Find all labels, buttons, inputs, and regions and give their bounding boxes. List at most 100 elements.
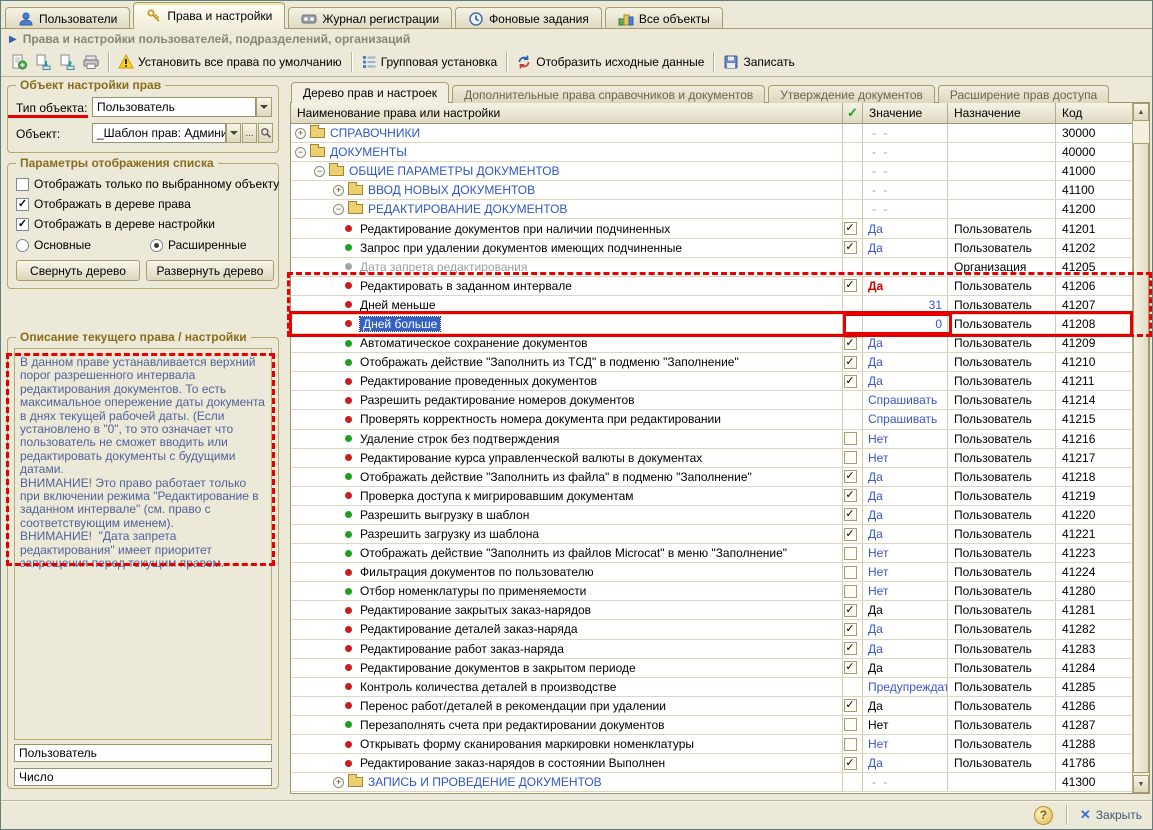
value-checkbox[interactable] xyxy=(844,451,857,464)
check-cell[interactable]: ✓ xyxy=(843,219,863,237)
help-button[interactable]: ? xyxy=(1034,806,1053,825)
tree-row[interactable]: Дней меньше31Пользователь41207 xyxy=(291,296,1132,315)
checkbox-icon[interactable] xyxy=(16,198,29,211)
check-cell[interactable]: ✓ xyxy=(843,353,863,371)
copy-rights-to-button[interactable] xyxy=(31,51,55,73)
close-button[interactable]: ✕ Закрыть xyxy=(1080,807,1142,823)
value-cell[interactable]: Да xyxy=(863,601,948,619)
scroll-thumb[interactable] xyxy=(1133,143,1149,773)
value-cell[interactable]: Спрашивать xyxy=(863,410,948,428)
set-default-rights-button[interactable]: Установить все права по умолчанию xyxy=(114,51,346,73)
check-cell[interactable] xyxy=(843,143,863,161)
value-checkbox[interactable] xyxy=(844,585,857,598)
column-header-code[interactable]: Код xyxy=(1056,103,1132,124)
value-checkbox[interactable]: ✓ xyxy=(844,356,857,369)
copy-rights-from-button[interactable] xyxy=(55,51,79,73)
column-header-name[interactable]: Наименование права или настройки xyxy=(291,103,843,124)
value-cell[interactable]: Да xyxy=(863,353,948,371)
tree-row[interactable]: −ОБЩИЕ ПАРАМЕТРЫ ДОКУМЕНТОВ- -41000 xyxy=(291,162,1132,181)
value-checkbox[interactable]: ✓ xyxy=(844,661,857,674)
check-cell[interactable]: ✓ xyxy=(843,754,863,772)
value-cell[interactable]: - - xyxy=(863,143,948,161)
tree-row[interactable]: Разрешить редактирование номеров докумен… xyxy=(291,391,1132,410)
radio-extended[interactable]: Расширенные xyxy=(150,238,247,252)
value-cell[interactable]: Да xyxy=(863,239,948,257)
tree-row[interactable]: +СПРАВОЧНИКИ- -30000 xyxy=(291,124,1132,143)
object-ellipsis-button[interactable]: ... xyxy=(242,123,257,143)
value-checkbox[interactable]: ✓ xyxy=(844,470,857,483)
tree-row[interactable]: Редактирование заказ-нарядов в состоянии… xyxy=(291,754,1132,773)
tree-row[interactable]: Проверка доступа к мигрировавшим докумен… xyxy=(291,487,1132,506)
tree-row[interactable]: Дней больше0Пользователь41208 xyxy=(291,315,1132,334)
tree-row[interactable]: Разрешить загрузку из шаблона✓ДаПользова… xyxy=(291,525,1132,544)
value-cell[interactable]: - - xyxy=(863,181,948,199)
value-cell[interactable]: Да xyxy=(863,277,948,295)
value-cell[interactable]: Да xyxy=(863,754,948,772)
value-checkbox[interactable] xyxy=(844,566,857,579)
object-type-dropdown-button[interactable] xyxy=(256,97,272,117)
expand-tree-button[interactable]: Развернуть дерево xyxy=(146,260,274,281)
check-cell[interactable]: ✓ xyxy=(843,525,863,543)
check-cell[interactable] xyxy=(843,582,863,600)
tree-row[interactable]: Редактировать в заданном интервале✓ДаПол… xyxy=(291,277,1132,296)
value-cell[interactable]: - - xyxy=(863,162,948,180)
value-checkbox[interactable]: ✓ xyxy=(844,222,857,235)
radio-icon[interactable] xyxy=(16,239,29,252)
value-cell[interactable]: Да xyxy=(863,697,948,715)
expander-icon[interactable]: + xyxy=(333,185,344,196)
value-cell[interactable]: Да xyxy=(863,372,948,390)
tab-additional-rights[interactable]: Дополнительные права справочников и доку… xyxy=(452,85,765,103)
group-set-button[interactable]: Групповая установка xyxy=(357,51,502,73)
tree-row[interactable]: Контроль количества деталей в производст… xyxy=(291,678,1132,697)
check-cell[interactable] xyxy=(843,735,863,753)
tree-row[interactable]: Проверять корректность номера документа … xyxy=(291,410,1132,429)
tree-row[interactable]: Запрос при удалении документов имеющих п… xyxy=(291,239,1132,258)
value-cell[interactable]: Нет xyxy=(863,582,948,600)
value-cell[interactable]: Да xyxy=(863,506,948,524)
tree-row[interactable]: −ДОКУМЕНТЫ- -40000 xyxy=(291,143,1132,162)
value-cell[interactable]: Нет xyxy=(863,716,948,734)
expander-icon[interactable]: − xyxy=(314,166,325,177)
value-checkbox[interactable] xyxy=(844,432,857,445)
check-cell[interactable]: ✓ xyxy=(843,239,863,257)
show-source-data-button[interactable]: Отобразить исходные данные xyxy=(512,51,708,73)
value-checkbox[interactable]: ✓ xyxy=(844,604,857,617)
object-search-button[interactable] xyxy=(258,123,273,143)
check-cell[interactable]: ✓ xyxy=(843,601,863,619)
tree-row[interactable]: Фильтрация документов по пользователюНет… xyxy=(291,563,1132,582)
tree-row[interactable]: Отбор номенклатуры по применяемостиНетПо… xyxy=(291,582,1132,601)
tree-row[interactable]: Редактирование курса управленческой валю… xyxy=(291,449,1132,468)
tree-row[interactable]: −РЕДАКТИРОВАНИЕ ДОКУМЕНТОВ- -41200 xyxy=(291,200,1132,219)
value-cell[interactable]: Да xyxy=(863,468,948,486)
value-cell[interactable]: Нет xyxy=(863,449,948,467)
check-cell[interactable] xyxy=(843,296,863,314)
vertical-scrollbar[interactable]: ▲ ▼ xyxy=(1132,103,1149,793)
check-cell[interactable] xyxy=(843,315,863,333)
new-document-button[interactable] xyxy=(7,51,31,73)
column-header-check[interactable]: ✓ xyxy=(843,103,863,124)
check-cell[interactable]: ✓ xyxy=(843,506,863,524)
object-type-combobox[interactable]: Пользователь xyxy=(92,97,256,117)
tab-all-objects[interactable]: Все объекты xyxy=(605,7,723,29)
check-cell[interactable] xyxy=(843,563,863,581)
radio-icon[interactable] xyxy=(150,239,163,252)
tree-row[interactable]: Автоматическое сохранение документов✓ДаП… xyxy=(291,334,1132,353)
object-value-field[interactable]: _Шаблон прав: Администр xyxy=(92,123,226,143)
tree-row[interactable]: Отображать действие "Заполнить из файла"… xyxy=(291,468,1132,487)
check-cell[interactable]: ✓ xyxy=(843,697,863,715)
print-button[interactable] xyxy=(79,51,103,73)
check-cell[interactable] xyxy=(843,410,863,428)
check-cell[interactable] xyxy=(843,181,863,199)
check-cell[interactable] xyxy=(843,716,863,734)
tab-document-approval[interactable]: Утверждение документов xyxy=(768,85,935,103)
check-cell[interactable]: ✓ xyxy=(843,659,863,677)
checkbox-show-rights-tree[interactable]: Отображать в дереве права xyxy=(16,197,191,211)
value-cell[interactable]: Нет xyxy=(863,563,948,581)
value-cell[interactable]: - - xyxy=(863,773,948,791)
tree-row[interactable]: Разрешить выгрузку в шаблон✓ДаПользовате… xyxy=(291,506,1132,525)
value-cell[interactable]: Нет xyxy=(863,735,948,753)
value-cell[interactable]: Нет xyxy=(863,430,948,448)
check-cell[interactable]: ✓ xyxy=(843,640,863,658)
tree-row[interactable]: Удаление строк без подтвержденияНетПольз… xyxy=(291,430,1132,449)
check-cell[interactable]: ✓ xyxy=(843,487,863,505)
